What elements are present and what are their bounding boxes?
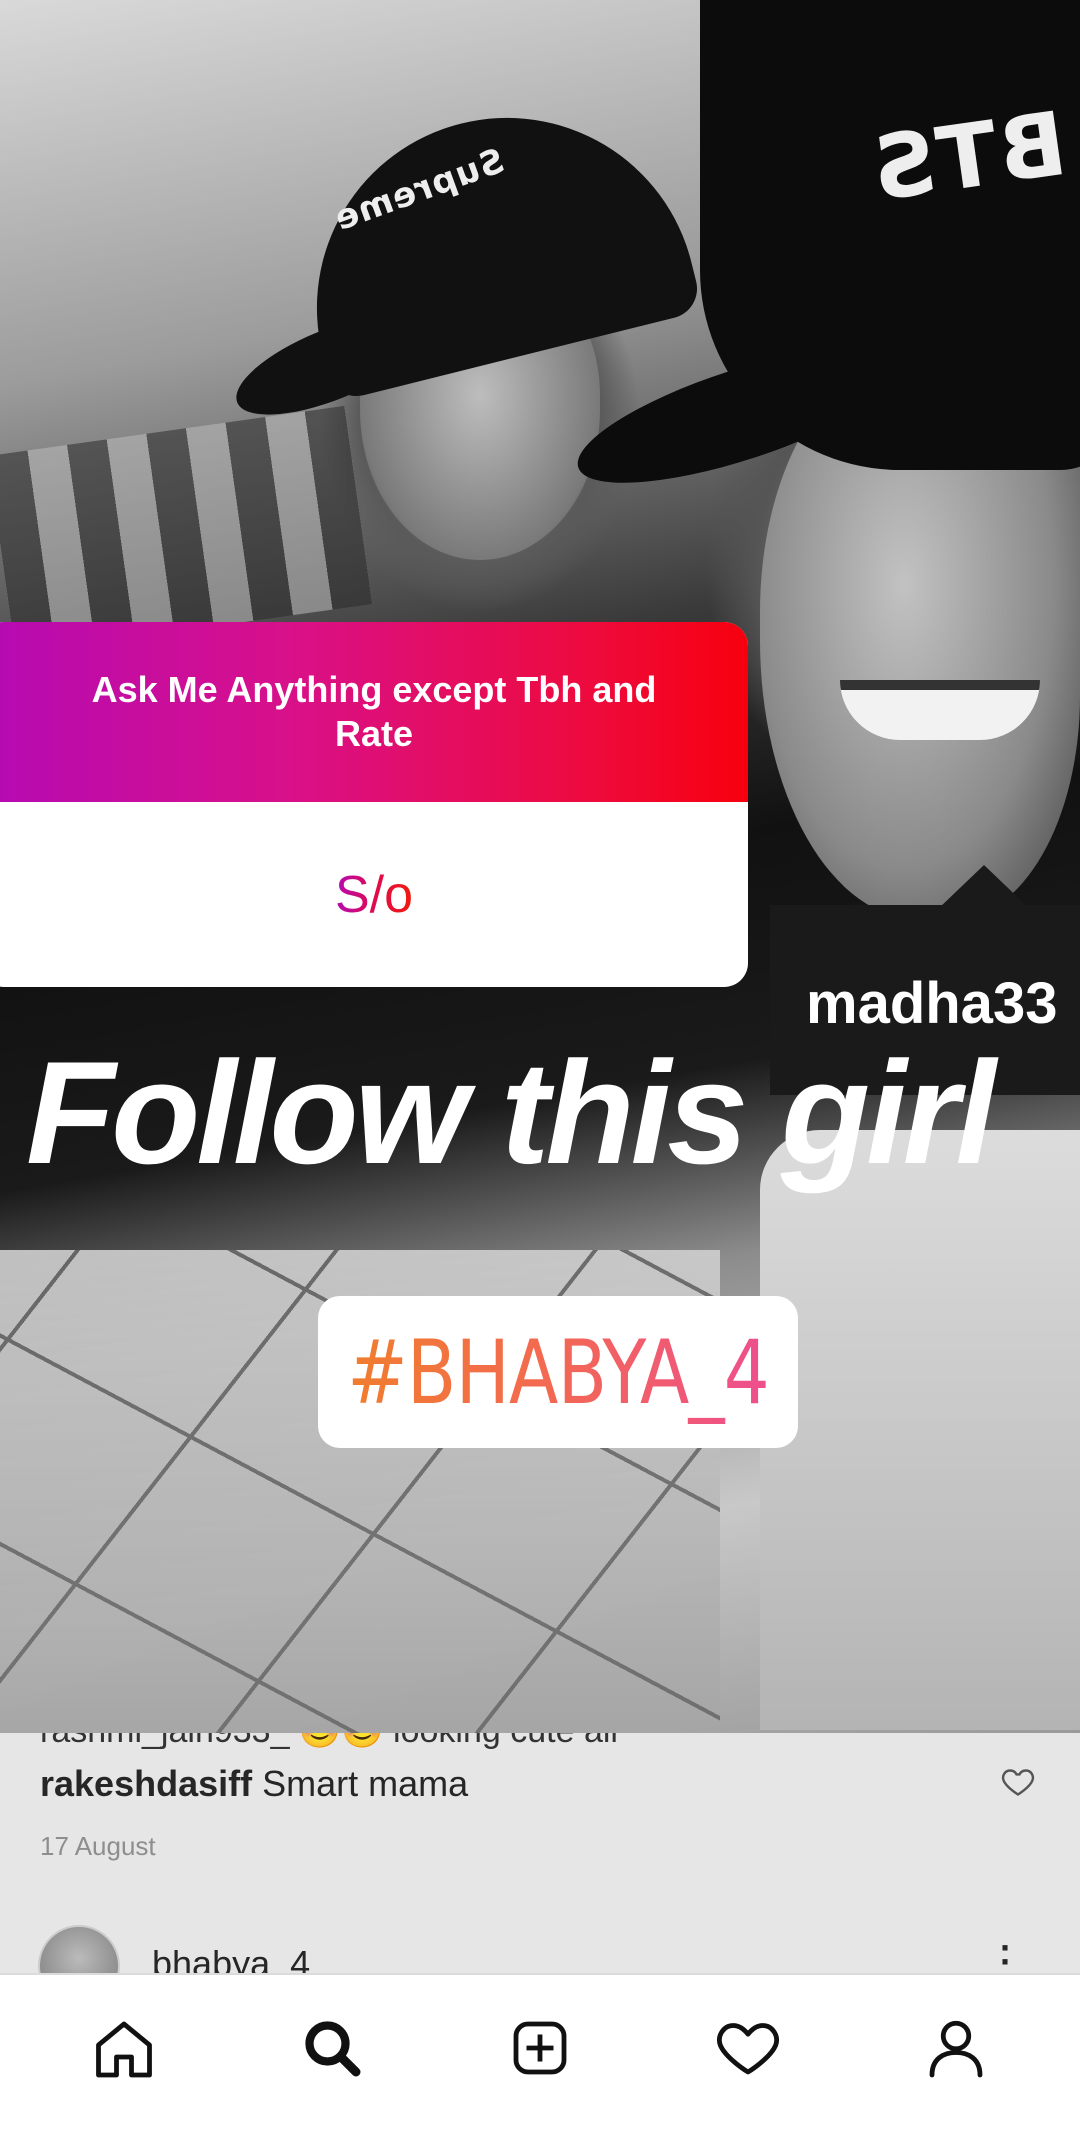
like-comment-heart-icon[interactable] xyxy=(1000,1763,1036,1799)
nav-home[interactable] xyxy=(79,2003,169,2093)
story-photo[interactable]: Supreme BTS Ask Me Anything except Tbh a… xyxy=(0,0,1080,1733)
comment-date: 17 August xyxy=(40,1831,156,1861)
comment-text: Smart mama xyxy=(262,1763,469,1804)
add-post-icon xyxy=(513,2021,567,2074)
nav-activity[interactable] xyxy=(703,2003,793,2093)
comments-section: rashmi_jain933_ 😊😊 looking cute all rake… xyxy=(0,1733,1080,1973)
question-sticker[interactable]: Ask Me Anything except Tbh and Rate S/o xyxy=(0,622,748,987)
bottom-nav xyxy=(0,1973,1080,2130)
hashtag-text: #BHABYA_4 xyxy=(347,1320,769,1424)
mention-username[interactable]: madha33 xyxy=(806,970,1057,1037)
nav-profile[interactable] xyxy=(911,2003,1001,2093)
comment-item: rakeshdasiff Smart mama xyxy=(40,1763,468,1805)
question-answer: S/o xyxy=(334,865,414,924)
comment-username[interactable]: rakeshdasiff xyxy=(40,1763,252,1804)
wall-tiles xyxy=(0,405,373,655)
hashtag-sticker[interactable]: #BHABYA_4 xyxy=(318,1296,798,1448)
heart-icon xyxy=(717,2022,779,2074)
search-icon xyxy=(305,2020,361,2076)
avatar[interactable] xyxy=(38,1925,120,1973)
profile-icon xyxy=(929,2020,983,2077)
right-person-shirt xyxy=(760,1130,1080,1730)
nav-search[interactable] xyxy=(287,2003,377,2093)
comment-cut-off: rashmi_jain933_ 😊😊 looking cute all xyxy=(40,1733,618,1751)
right-person-smile xyxy=(840,680,1040,740)
story-caption: Follow this girl xyxy=(26,1031,996,1194)
post-username[interactable]: bhabya_4 xyxy=(152,1943,310,1973)
nav-new-post[interactable] xyxy=(495,2003,585,2093)
mention-sticker-notch xyxy=(938,865,1030,909)
more-options-icon[interactable]: ··· xyxy=(1000,1930,1014,1974)
home-icon xyxy=(96,2021,152,2077)
question-sticker-body: S/o xyxy=(0,802,748,987)
question-sticker-header: Ask Me Anything except Tbh and Rate xyxy=(0,622,748,802)
question-prompt: Ask Me Anything except Tbh and Rate xyxy=(91,669,657,754)
